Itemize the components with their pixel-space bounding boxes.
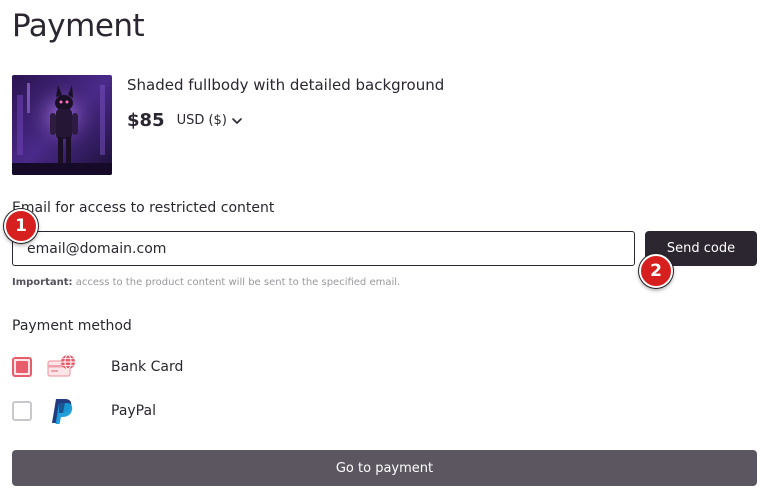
annotation-marker-1: 1 [4,209,38,243]
product-thumbnail [12,75,112,175]
bank-card-icon [47,352,77,382]
product-price: $85 [127,110,165,131]
paypal-checkbox[interactable] [12,401,32,421]
price-row: $85 USD ($) [127,110,243,131]
payment-option-bank-card[interactable]: Bank Card [12,353,183,381]
payment-method-label: Payment method [12,318,132,334]
product-artwork-image [12,75,112,175]
bank-card-checkbox[interactable] [12,357,32,377]
email-field-label: Email for access to restricted content [12,200,275,216]
payment-option-paypal[interactable]: PayPal [12,397,156,425]
product-name: Shaded fullbody with detailed background [127,76,445,94]
bank-card-label: Bank Card [111,359,184,375]
page-title: Payment [12,8,145,44]
go-to-payment-button[interactable]: Go to payment [12,450,757,486]
email-note-text: access to the product content will be se… [75,277,401,288]
currency-selector[interactable]: USD ($) [177,113,243,128]
chevron-down-icon [232,117,242,124]
paypal-icon [47,396,77,426]
email-note-prefix: Important: [12,277,73,288]
email-field[interactable] [12,231,635,266]
email-note: Important: access to the product content… [12,277,400,288]
annotation-marker-2: 2 [639,254,673,288]
paypal-label: PayPal [111,403,156,419]
currency-label: USD ($) [176,113,227,128]
